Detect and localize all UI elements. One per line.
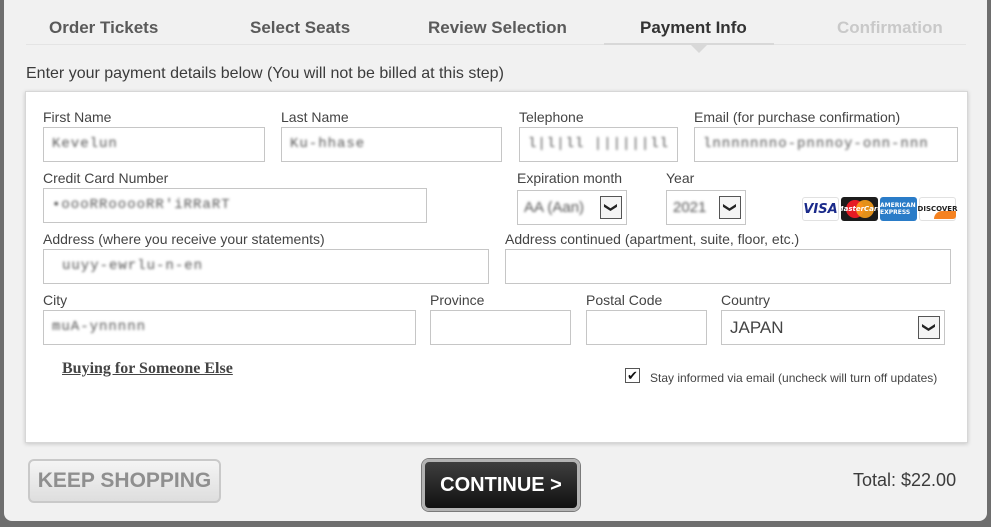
card-number-label: Credit Card Number	[43, 170, 169, 186]
city-input[interactable]: muA-ynnnnn	[43, 310, 416, 345]
step-confirmation: Confirmation	[837, 18, 943, 37]
province-input[interactable]	[430, 310, 571, 345]
card-number-value: •oooRRooooRR'iRRaRT	[52, 197, 231, 213]
amex-icon: AMERICAN EXPRESS	[880, 197, 917, 221]
year-label: Year	[666, 170, 695, 186]
card-number-input[interactable]: •oooRRooooRR'iRRaRT	[43, 188, 427, 223]
first-name-value: Kevelun	[52, 136, 118, 152]
step-order-tickets[interactable]: Order Tickets	[49, 18, 158, 38]
postal-code-label: Postal Code	[586, 292, 663, 308]
discover-label: DISCOVER	[917, 205, 958, 213]
email-value: lnnnnnnno-pnnnoy-onn-nnn	[703, 136, 929, 152]
visa-icon: VISA	[802, 197, 839, 221]
postal-code-input[interactable]	[586, 310, 707, 345]
expiration-month-select[interactable]: AA (Aan) ❯	[517, 190, 627, 225]
chevron-down-icon: ❯	[719, 196, 741, 219]
step-review-selection[interactable]: Review Selection	[428, 18, 567, 38]
active-step-pointer	[691, 45, 707, 53]
checkout-steps: Order Tickets Select Seats Review Select…	[4, 0, 987, 53]
year-select[interactable]: 2021 ❯	[666, 190, 746, 225]
first-name-label: First Name	[43, 109, 112, 125]
steps-divider	[26, 44, 966, 45]
active-step-indicator	[604, 43, 774, 45]
address-input[interactable]: uuyy-ewrlu-n-en	[43, 249, 489, 284]
accepted-cards: VISA MasterCard AMERICAN EXPRESS DISCOVE…	[802, 197, 958, 221]
last-name-label: Last Name	[281, 109, 349, 125]
telephone-label: Telephone	[519, 109, 584, 125]
expiration-month-value: AA (Aan)	[524, 199, 585, 216]
country-value: JAPAN	[730, 318, 784, 337]
step-select-seats[interactable]: Select Seats	[250, 18, 350, 38]
continue-button[interactable]: CONTINUE >	[422, 459, 580, 511]
chevron-down-icon: ❯	[918, 316, 940, 339]
email-label: Email (for purchase confirmation)	[694, 109, 901, 125]
address-label: Address (where you receive your statemen…	[43, 231, 325, 247]
stay-informed-checkbox[interactable]: ✔	[625, 368, 640, 383]
last-name-value: Ku-hhase	[290, 136, 366, 152]
address-value: uuyy-ewrlu-n-en	[62, 258, 204, 274]
city-label: City	[43, 292, 68, 308]
chevron-glyph: ❯	[921, 322, 937, 333]
mastercard-icon: MasterCard	[841, 197, 878, 221]
stay-informed-label: Stay informed via email (uncheck will tu…	[650, 371, 938, 385]
payment-instructions: Enter your payment details below (You wi…	[26, 65, 504, 82]
email-input[interactable]: lnnnnnnno-pnnnoy-onn-nnn	[694, 127, 958, 162]
mastercard-label: MasterCard	[841, 205, 878, 213]
address-continued-input[interactable]	[505, 249, 951, 284]
city-value: muA-ynnnnn	[52, 319, 147, 335]
payment-form: First Name Kevelun Last Name Ku-hhase Te…	[25, 91, 968, 443]
country-label: Country	[721, 292, 771, 308]
chevron-glyph: ❯	[722, 202, 738, 213]
chevron-glyph: ❯	[603, 202, 619, 213]
last-name-input[interactable]: Ku-hhase	[281, 127, 502, 162]
province-label: Province	[430, 292, 485, 308]
telephone-input[interactable]: l|l|ll ||||||ll	[519, 127, 678, 162]
first-name-input[interactable]: Kevelun	[43, 127, 265, 162]
chevron-down-icon: ❯	[600, 196, 622, 219]
discover-icon: DISCOVER	[917, 197, 958, 221]
step-payment-info: Payment Info	[640, 18, 747, 37]
keep-shopping-button[interactable]: KEEP SHOPPING	[28, 459, 221, 503]
expiration-month-label: Expiration month	[517, 170, 623, 186]
order-total: Total: $22.00	[853, 470, 957, 490]
buying-for-someone-else-link[interactable]: Buying for Someone Else	[62, 360, 233, 378]
country-select[interactable]: JAPAN ❯	[721, 310, 945, 345]
year-value: 2021	[673, 199, 707, 216]
checkout-window: Order Tickets Select Seats Review Select…	[4, 0, 987, 521]
telephone-value: l|l|ll ||||||ll	[528, 136, 670, 152]
address-continued-label: Address continued (apartment, suite, flo…	[505, 231, 800, 247]
